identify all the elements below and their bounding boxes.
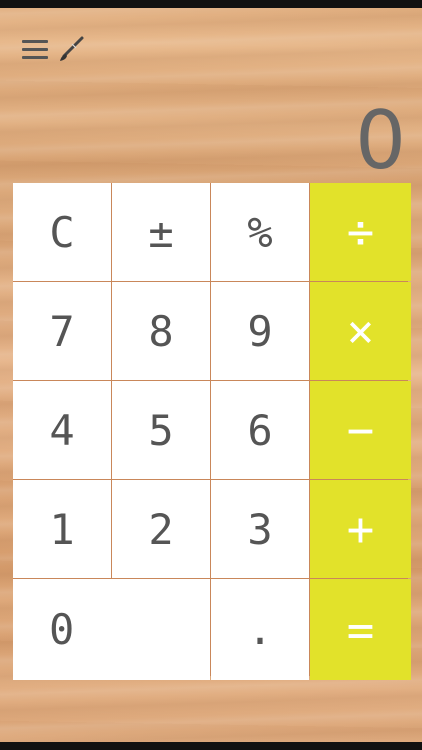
equals-button[interactable]: = [310,579,411,680]
minus-button[interactable]: − [310,381,411,479]
digit-0-button[interactable]: 0 [13,579,210,680]
multiply-button[interactable]: × [310,282,411,380]
decimal-button[interactable]: . [211,579,309,680]
result-display: 0 [355,94,406,187]
hamburger-menu-icon[interactable] [22,37,48,61]
digit-3-button[interactable]: 3 [211,480,309,578]
top-toolbar [22,34,86,64]
digit-8-button[interactable]: 8 [112,282,210,380]
keypad: C ± % ÷ 7 8 9 × 4 5 6 − 1 2 3 + 0 . = [13,183,411,680]
sign-toggle-button[interactable]: ± [112,183,210,281]
digit-1-button[interactable]: 1 [13,480,111,578]
digit-6-button[interactable]: 6 [211,381,309,479]
paintbrush-icon[interactable] [56,34,86,64]
digit-9-button[interactable]: 9 [211,282,309,380]
divide-button[interactable]: ÷ [310,183,411,281]
digit-2-button[interactable]: 2 [112,480,210,578]
clear-button[interactable]: C [13,183,111,281]
plus-button[interactable]: + [310,480,411,578]
percent-button[interactable]: % [211,183,309,281]
digit-4-button[interactable]: 4 [13,381,111,479]
digit-7-button[interactable]: 7 [13,282,111,380]
digit-5-button[interactable]: 5 [112,381,210,479]
